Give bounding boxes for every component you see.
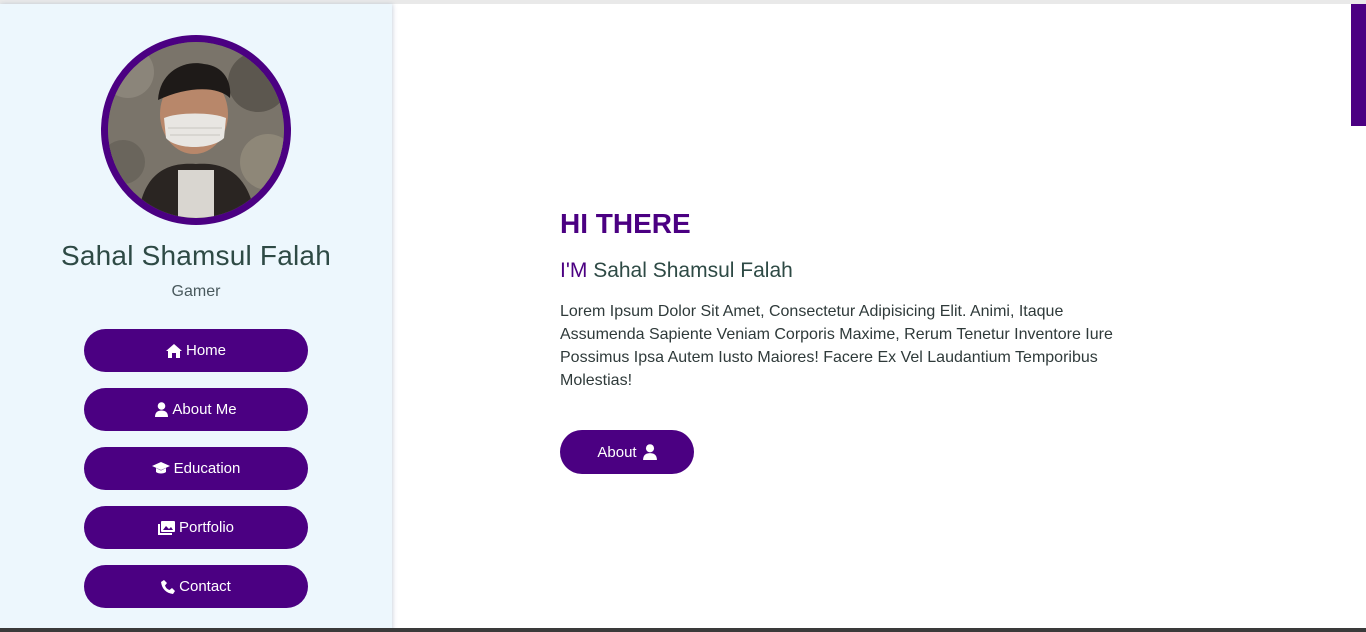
nav-label-portfolio: Portfolio [178, 519, 235, 536]
page: Sahal Shamsul Falah Gamer Home About Me … [0, 0, 1366, 632]
hero-section: HI THERE I'M Sahal Shamsul Falah Lorem I… [560, 204, 1160, 474]
scrollbar-thumb[interactable] [1351, 4, 1366, 126]
hero-description: Lorem Ipsum Dolor Sit Amet, Consectetur … [560, 303, 1113, 389]
hero-intro: I'M Sahal Shamsul Falah [560, 256, 1160, 286]
graduation-cap-icon [151, 462, 170, 475]
phone-icon [161, 579, 176, 594]
avatar-photo [108, 42, 284, 218]
nav-button-portfolio[interactable]: Portfolio [84, 506, 308, 549]
nav-button-education[interactable]: Education [84, 447, 308, 490]
bottom-bar [0, 628, 1366, 632]
profile-name: Sahal Shamsul Falah [61, 240, 331, 271]
nav-button-home[interactable]: Home [84, 329, 308, 372]
profile-role: Gamer [171, 283, 221, 300]
avatar-ring [101, 35, 291, 225]
nav-button-contact[interactable]: Contact [84, 565, 308, 608]
hero-greeting: HI THERE [560, 208, 691, 239]
nav-label-home: Home [185, 342, 226, 359]
nav-label-education: Education [173, 460, 241, 477]
avatar [108, 42, 284, 218]
nav-label-contact: Contact [179, 578, 231, 595]
sidebar: Sahal Shamsul Falah Gamer Home About Me … [0, 4, 392, 632]
user-icon [155, 402, 169, 417]
about-button[interactable]: About [560, 430, 694, 474]
hero-intro-name: Sahal Shamsul Falah [593, 259, 793, 282]
nav-button-about[interactable]: About Me [84, 388, 308, 431]
user-icon [642, 444, 657, 460]
about-button-label: About [597, 443, 637, 461]
home-icon [165, 343, 182, 358]
sidebar-nav: Home About Me Education Portfolio Contac… [84, 329, 308, 624]
images-icon [157, 520, 175, 535]
hero-intro-prefix: I'M [560, 259, 588, 282]
nav-label-about: About Me [172, 401, 237, 418]
